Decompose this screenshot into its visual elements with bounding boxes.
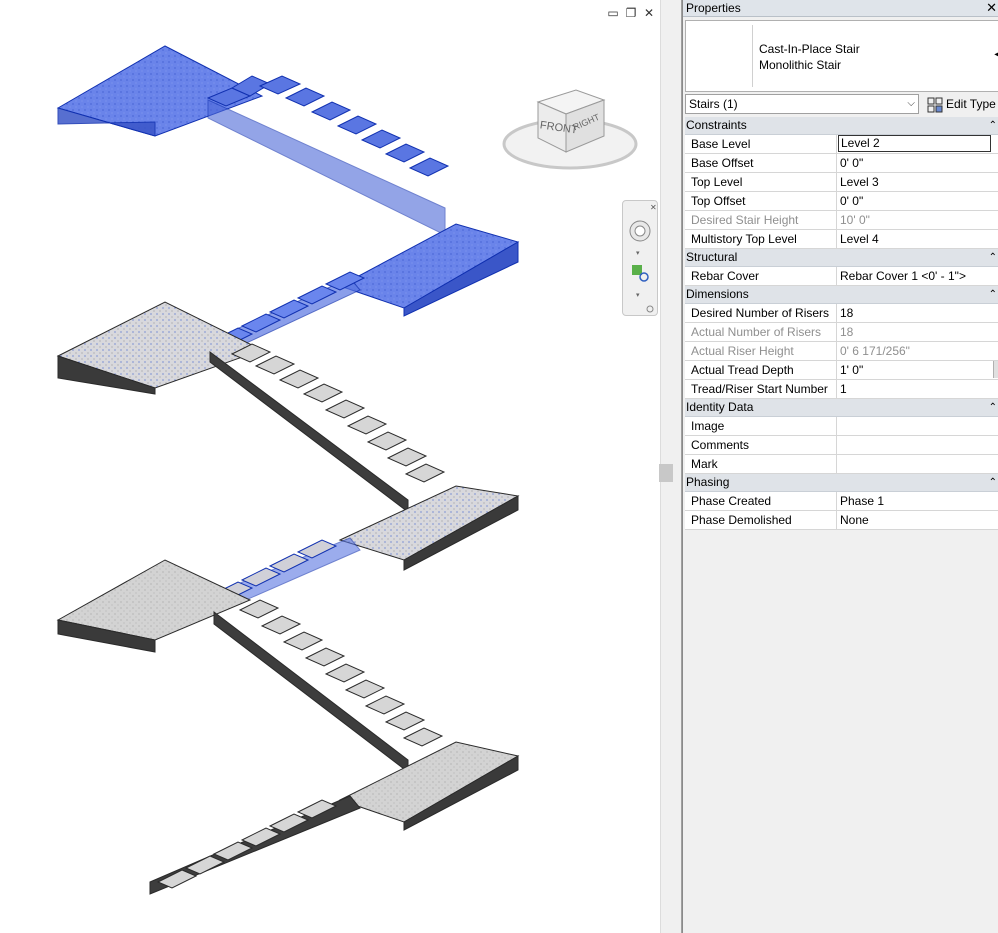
edit-type-label: Edit Type — [946, 97, 996, 111]
property-label: Actual Tread Depth — [685, 361, 837, 379]
collapse-icon[interactable]: ⌃ — [989, 474, 997, 491]
maximize-icon[interactable]: ❐ — [624, 6, 638, 20]
property-label: Mark — [685, 455, 837, 473]
property-label: Actual Number of Risers — [685, 323, 837, 341]
properties-title-bar[interactable]: Properties ✕ — [683, 0, 998, 17]
section-header[interactable]: Constraints ⌃ — [685, 117, 998, 135]
navigation-bar[interactable]: ✕ ▾ ▾ — [622, 200, 658, 316]
property-value[interactable]: Rebar Cover 1 <0' - 1"> — [838, 267, 998, 285]
section-title: Constraints — [686, 118, 747, 132]
property-row: Top Offset 0' 0" — [685, 192, 998, 211]
property-row: Tread/Riser Start Number 1 — [685, 380, 998, 399]
splitter-grip[interactable] — [659, 464, 673, 482]
edit-type-button[interactable]: Edit Type — [927, 94, 998, 114]
section-header[interactable]: Identity Data ⌃ — [685, 399, 998, 417]
instance-filter-value: Stairs (1) — [689, 97, 738, 111]
landing-lower-left[interactable] — [56, 559, 252, 653]
collapse-icon[interactable]: ⌃ — [989, 399, 997, 416]
type-family-name: Cast-In-Place Stair — [759, 42, 860, 56]
collapse-icon[interactable]: ⌃ — [989, 117, 997, 134]
restore-down-icon[interactable]: ▭ — [606, 6, 620, 20]
section-title: Structural — [686, 250, 738, 264]
edit-type-icon — [927, 97, 943, 113]
property-value: 0' 6 171/256" — [840, 344, 910, 358]
type-dropdown-icon[interactable]: ◀ — [994, 49, 998, 60]
section-header[interactable]: Phasing ⌃ — [685, 474, 998, 492]
property-label: Desired Number of Risers — [685, 304, 837, 322]
section-title: Dimensions — [686, 287, 749, 301]
type-selector[interactable]: Cast-In-Place Stair Monolithic Stair ◀ — [685, 20, 998, 92]
svg-text:▾: ▾ — [636, 292, 640, 299]
property-value[interactable]: None — [838, 511, 998, 529]
property-row: Phase Created Phase 1 — [685, 492, 998, 511]
section-title: Identity Data — [686, 400, 754, 414]
property-row: Desired Number of Risers 18 — [685, 304, 998, 323]
chevron-down-icon: ⌵ — [907, 98, 915, 109]
property-row: Image — [685, 417, 998, 436]
close-icon[interactable]: ✕ — [986, 0, 997, 16]
property-row: Actual Number of Risers 18 — [685, 323, 998, 342]
property-value[interactable]: 0' 0" — [838, 154, 998, 172]
type-thumbnail — [690, 25, 753, 87]
property-value[interactable]: Level 2 — [838, 135, 991, 152]
property-row: Desired Stair Height 10' 0" — [685, 211, 998, 230]
property-row: Top Level Level 3 — [685, 173, 998, 192]
property-row: Base Level Level 2 — [685, 135, 998, 154]
collapse-icon[interactable]: ⌃ — [989, 286, 997, 303]
property-row: Comments — [685, 436, 998, 455]
instance-filter-dropdown[interactable]: Stairs (1) ⌵ — [685, 94, 919, 114]
property-value[interactable]: 1 — [838, 380, 998, 398]
property-row: Actual Riser Height 0' 6 171/256" — [685, 342, 998, 361]
property-value[interactable]: 1' 0" — [838, 361, 998, 379]
property-label: Multistory Top Level — [685, 230, 837, 248]
section-title: Phasing — [686, 475, 730, 489]
property-row: Phase Demolished None — [685, 511, 998, 530]
property-value[interactable]: Level 3 — [838, 173, 998, 191]
property-label: Phase Demolished — [685, 511, 837, 529]
property-value: 18 — [840, 325, 854, 339]
property-label: Rebar Cover — [685, 267, 837, 285]
property-row: Rebar Cover Rebar Cover 1 <0' - 1"> — [685, 267, 998, 286]
property-value: 10' 0" — [840, 213, 870, 227]
svg-text:▾: ▾ — [636, 250, 640, 257]
property-label: Comments — [685, 436, 837, 454]
property-value[interactable]: 0' 0" — [838, 192, 998, 210]
collapse-icon[interactable]: ⌃ — [989, 249, 997, 266]
properties-panel: Properties ✕ Cast-In-Place Stair Monolit… — [682, 0, 998, 933]
property-row: Actual Tread Depth 1' 0" — [685, 361, 998, 380]
viewcube[interactable]: FRONT RIGHT — [500, 86, 640, 186]
property-label: Actual Riser Height — [685, 342, 837, 360]
section-header[interactable]: Dimensions ⌃ — [685, 286, 998, 304]
property-value[interactable] — [838, 417, 998, 435]
property-value[interactable]: Level 4 — [838, 230, 998, 248]
property-label: Image — [685, 417, 837, 435]
property-label: Phase Created — [685, 492, 837, 510]
property-label: Base Level — [685, 135, 837, 153]
close-view-icon[interactable]: ✕ — [642, 6, 656, 20]
property-row: Multistory Top Level Level 4 — [685, 230, 998, 249]
property-value[interactable] — [838, 436, 998, 454]
property-row: Base Offset 0' 0" — [685, 154, 998, 173]
zoom-icon[interactable] — [632, 265, 642, 275]
section-header[interactable]: Structural ⌃ — [685, 249, 998, 267]
property-label: Base Offset — [685, 154, 837, 172]
property-value[interactable]: Phase 1 — [838, 492, 998, 510]
property-label: Top Level — [685, 173, 837, 191]
properties-grid: Constraints ⌃ Base Level Level 2 Base Offset… — [685, 117, 998, 530]
svg-text:✕: ✕ — [650, 203, 657, 212]
stair-run-bottom[interactable] — [149, 599, 520, 895]
3d-viewport[interactable]: ▭ ❐ ✕ FRONT RIGHT ✕ ▾ ▾ — [0, 0, 660, 933]
properties-title: Properties — [686, 1, 741, 15]
property-label: Tread/Riser Start Number — [685, 380, 837, 398]
property-row: Mark — [685, 455, 998, 474]
property-value[interactable] — [838, 455, 998, 473]
property-label: Desired Stair Height — [685, 211, 837, 229]
type-name: Monolithic Stair — [759, 58, 842, 72]
property-value[interactable]: 18 — [838, 304, 998, 322]
property-label: Top Offset — [685, 192, 837, 210]
stair-run-middle[interactable] — [209, 343, 520, 571]
landing-mid-left[interactable] — [56, 301, 264, 395]
